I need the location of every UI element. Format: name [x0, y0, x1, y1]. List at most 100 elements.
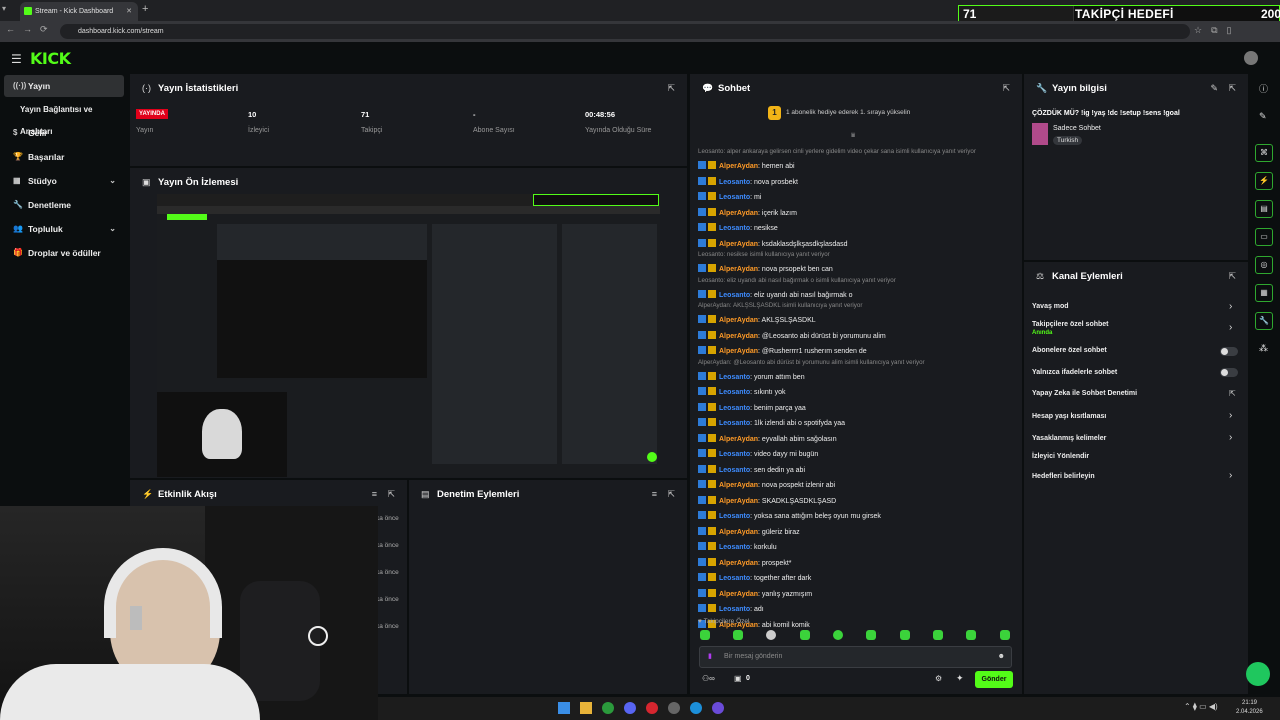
chat-message[interactable]: AlperAydan: SKADKLŞASDKLŞASD: [698, 495, 1018, 509]
chat-message[interactable]: Leosanto: benim parça yaa: [698, 402, 1018, 416]
filter-icon[interactable]: ≡: [372, 489, 377, 499]
chevron-right-icon[interactable]: ›: [1229, 470, 1232, 481]
microphone-icon[interactable]: ▮: [708, 647, 712, 667]
chat-username[interactable]: AlperAydan: [719, 560, 758, 567]
chrome-icon[interactable]: [602, 702, 614, 714]
chat-username[interactable]: Leosanto: [719, 575, 750, 582]
raid-row[interactable]: İzleyici Yönlendir: [1032, 453, 1089, 460]
chat-username[interactable]: AlperAydan: [719, 163, 758, 170]
window-controls[interactable]: ▾: [2, 4, 6, 13]
apps-icon[interactable]: ⁂: [1259, 343, 1268, 354]
chat-message[interactable]: Leosanto: yorum attım ben: [698, 371, 1018, 385]
sidebar-item-droplar[interactable]: 🎁 Droplar ve ödüller: [4, 242, 124, 264]
banned-words-row[interactable]: Yasaklanmış kelimeler: [1032, 435, 1106, 442]
chat-message[interactable]: AlperAydan: yanlış yazmışım: [698, 588, 1018, 602]
chat-message[interactable]: Leosanto: adı: [698, 603, 1018, 617]
emotes-only-toggle[interactable]: [1220, 368, 1238, 377]
chat-username[interactable]: AlperAydan: [719, 498, 758, 505]
scroll-pin-icon[interactable]: ⩸: [851, 132, 855, 140]
obs-icon[interactable]: [712, 702, 724, 714]
shop-icon[interactable]: ▣: [734, 674, 742, 683]
chat-message[interactable]: Leosanto: yoksa sana attığım beleş oyun …: [698, 510, 1018, 524]
chat-message[interactable]: AlperAydan: güleriz biraz: [698, 526, 1018, 540]
chat-message[interactable]: AlperAydan: eyvallah abim sağolasın: [698, 433, 1018, 447]
chat-message[interactable]: AlperAydan: hemen abi: [698, 160, 1018, 174]
chat-message[interactable]: Leosanto: nesikse: [698, 222, 1018, 236]
chat-message[interactable]: Leosanto: 1lk izlendi abi o spotifyda ya…: [698, 417, 1018, 431]
ai-moderation-row[interactable]: Yapay Zeka ile Sohbet Denetimi: [1032, 390, 1137, 397]
chat-message[interactable]: Leosanto: sen dedin ya abi: [698, 464, 1018, 478]
chat-username[interactable]: Leosanto: [719, 225, 750, 232]
edit-pencil-icon[interactable]: ✎: [1210, 83, 1218, 94]
rail-button[interactable]: ▦: [1255, 284, 1273, 302]
chevron-right-icon[interactable]: ›: [1229, 322, 1232, 333]
chat-username[interactable]: Leosanto: [719, 420, 750, 427]
chat-username[interactable]: AlperAydan: [719, 529, 758, 536]
popout-icon[interactable]: ⇱: [1228, 271, 1236, 282]
send-button[interactable]: Gönder: [975, 671, 1013, 688]
sidebar-item-gelir[interactable]: $ Gelir: [4, 122, 124, 144]
url-field[interactable]: dashboard.kick.com/stream: [60, 24, 1190, 39]
chat-username[interactable]: AlperAydan: [719, 436, 758, 443]
info-icon[interactable]: ⓘ: [1259, 82, 1268, 95]
external-link-icon[interactable]: ⇱: [1229, 389, 1236, 398]
chat-username[interactable]: AlperAydan: [719, 591, 758, 598]
hamburger-menu-icon[interactable]: ☰: [11, 52, 22, 66]
subs-only-toggle[interactable]: [1220, 347, 1238, 356]
chat-message[interactable]: Leosanto: sıkıntı yok: [698, 386, 1018, 400]
emote-icon[interactable]: [900, 630, 910, 640]
chat-username[interactable]: Leosanto: [719, 513, 750, 520]
rail-button[interactable]: 🔧: [1255, 312, 1273, 330]
support-chat-icon[interactable]: [1246, 662, 1270, 686]
sidebar-item-topluluk[interactable]: 👥 Topluluk ⌄: [4, 218, 124, 240]
chat-message[interactable]: AlperAydan: nova pospekt izlenir abi: [698, 479, 1018, 493]
browser-toolbar-icons[interactable]: ☆⧉▯: [1194, 25, 1240, 36]
chat-message[interactable]: AlperAydan: içerik lazım: [698, 207, 1018, 221]
opera-icon[interactable]: [646, 702, 658, 714]
chat-message[interactable]: Leosanto: video dayy mi bugün: [698, 448, 1018, 462]
sidebar-item-studyo[interactable]: ▦ Stüdyo ⌄: [4, 170, 124, 192]
chat-message[interactable]: Leosanto: together after dark: [698, 572, 1018, 586]
rail-button[interactable]: ⌘: [1255, 144, 1273, 162]
slow-mode-row[interactable]: Yavaş mod: [1032, 303, 1069, 310]
chat-username[interactable]: AlperAydan: [719, 241, 758, 248]
nav-buttons[interactable]: ←→⟳: [6, 24, 56, 35]
set-goals-row[interactable]: Hedefleri belirleyin: [1032, 473, 1095, 480]
emote-icon[interactable]: [733, 630, 743, 640]
chat-message[interactable]: Leosanto: nova prosbekt: [698, 176, 1018, 190]
emote-icon[interactable]: [700, 630, 710, 640]
sidebar-item-basarilar[interactable]: 🏆 Başarılar: [4, 146, 124, 168]
chat-message[interactable]: Leosanto: mi: [698, 191, 1018, 205]
emote-icon[interactable]: [866, 630, 876, 640]
kick-logo[interactable]: KICK: [30, 49, 71, 68]
chat-message[interactable]: AlperAydan: @Leosanto abi dürüst bi yoru…: [698, 330, 1018, 344]
emote-bar[interactable]: [700, 630, 1012, 642]
chat-message-input[interactable]: ▮ Bir mesaj gönderin ☻: [699, 646, 1012, 668]
sidebar-item-stream-key[interactable]: Yayın Bağlantısı ve Anahtarı: [4, 99, 124, 136]
popout-icon[interactable]: ⇱: [1228, 83, 1236, 94]
chat-username[interactable]: AlperAydan: [719, 348, 758, 355]
chat-username[interactable]: Leosanto: [719, 467, 750, 474]
chat-message[interactable]: AlperAydan: nova prsopekt ben can: [698, 263, 1018, 277]
chevron-right-icon[interactable]: ›: [1229, 432, 1232, 443]
chat-username[interactable]: Leosanto: [719, 374, 750, 381]
popout-icon[interactable]: ⇱: [1002, 83, 1010, 94]
filter-icon[interactable]: ≡: [652, 489, 657, 499]
chat-message[interactable]: AlperAydan: prospekt*: [698, 557, 1018, 571]
emotes-only-row[interactable]: Yalnızca ifadelerle sohbet: [1032, 369, 1117, 376]
tray-icons[interactable]: ⌃ ⧫ ▭ ◀): [1184, 702, 1218, 711]
emote-icon[interactable]: [833, 630, 843, 640]
popout-icon[interactable]: ⇱: [387, 489, 395, 500]
followers-only-row[interactable]: Takipçilere özel sohbet: [1032, 321, 1109, 328]
folder-icon[interactable]: [580, 702, 592, 714]
users-icon[interactable]: ⚇∞: [702, 674, 715, 683]
sidebar-item-yayin[interactable]: ((·)) Yayın: [4, 75, 124, 97]
rail-button[interactable]: ▤: [1255, 200, 1273, 218]
close-tab-icon[interactable]: ✕: [126, 2, 132, 21]
subs-only-row[interactable]: Abonelere özel sohbet: [1032, 347, 1107, 354]
chat-username[interactable]: Leosanto: [719, 405, 750, 412]
account-age-row[interactable]: Hesap yaşı kısıtlaması: [1032, 413, 1106, 420]
chat-message[interactable]: AlperAydan: ksdaklasdşlkşasdkşlasdasd: [698, 238, 1018, 252]
chat-username[interactable]: AlperAydan: [719, 266, 758, 273]
emote-icon[interactable]: [800, 630, 810, 640]
